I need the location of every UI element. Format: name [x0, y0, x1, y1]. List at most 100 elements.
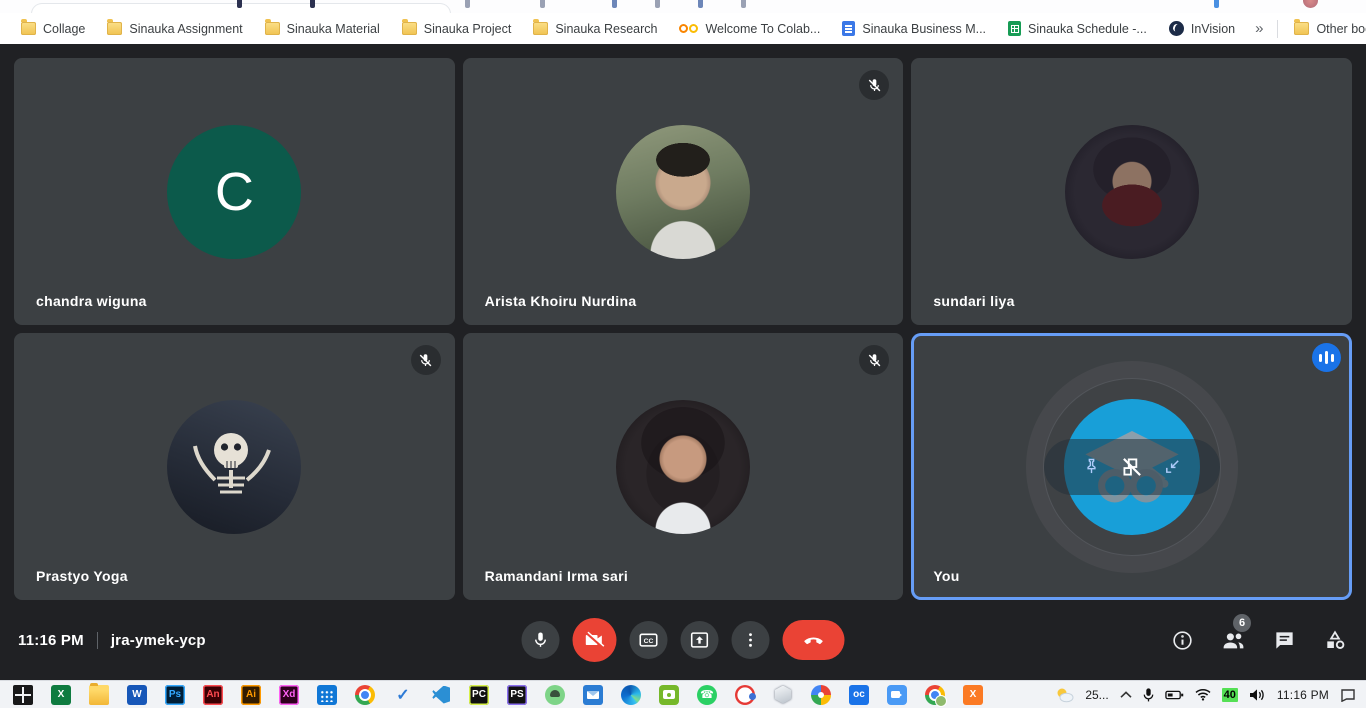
pycharm-icon[interactable]: PC — [469, 685, 489, 705]
pin-icon[interactable] — [1081, 456, 1102, 477]
oc-app-icon[interactable]: oc — [849, 685, 869, 705]
bookmark-label: InVision — [1191, 22, 1235, 36]
bookmark-label: Sinauka Project — [424, 22, 512, 36]
mail-icon[interactable] — [583, 685, 603, 705]
present-button[interactable] — [681, 621, 719, 659]
todo-check-icon[interactable]: ✓ — [393, 685, 413, 705]
participant-name: chandra wiguna — [36, 293, 147, 309]
tray-wifi-icon[interactable] — [1195, 688, 1211, 701]
bookmarks-right: » Other bookmarks — [1246, 20, 1366, 38]
pinwheel-app-icon[interactable] — [811, 685, 831, 705]
more-options-button[interactable] — [732, 621, 770, 659]
file-explorer-icon[interactable] — [89, 685, 109, 705]
unpin-icon[interactable] — [1119, 454, 1145, 480]
minimize-icon[interactable] — [1162, 456, 1183, 477]
illustrator-icon[interactable]: Ai — [241, 685, 261, 705]
participant-tile-chandra[interactable]: C chandra wiguna — [14, 58, 455, 325]
word-icon[interactable]: W — [127, 685, 147, 705]
bookmarks-overflow-chevron[interactable]: » — [1246, 20, 1272, 37]
chrome-profile-icon[interactable] — [925, 685, 945, 705]
bookmark-sinauka-material[interactable]: Sinauka Material — [265, 22, 380, 36]
bookmark-label: Sinauka Material — [287, 22, 380, 36]
calendar-icon[interactable] — [317, 685, 337, 705]
adobe-xd-icon[interactable]: Xd — [279, 685, 299, 705]
tray-chevron-up-icon[interactable] — [1120, 691, 1132, 699]
meeting-side-actions: 6 — [1169, 627, 1348, 653]
participants-grid: C chandra wiguna Arista Khoiru Nurdina — [0, 44, 1366, 600]
excel-icon[interactable]: X — [51, 685, 71, 705]
animate-icon[interactable]: An — [203, 685, 223, 705]
captions-button[interactable]: CC — [630, 621, 668, 659]
bookmark-invision[interactable]: InVision — [1169, 21, 1235, 36]
other-bookmarks-button[interactable]: Other bookmarks — [1294, 22, 1366, 36]
tab-remnant — [612, 0, 617, 8]
bookmark-welcome-to-colab[interactable]: Welcome To Colab... — [679, 22, 820, 36]
bookmark-label: Welcome To Colab... — [705, 22, 820, 36]
whatsapp-icon[interactable] — [697, 685, 717, 705]
mic-button[interactable] — [522, 621, 560, 659]
phpstorm-icon[interactable]: PS — [507, 685, 527, 705]
participant-tile-prastyo[interactable]: Prastyo Yoga — [14, 333, 455, 600]
weather-icon[interactable] — [1055, 687, 1074, 703]
battery-percent-badge[interactable]: 40 — [1222, 688, 1238, 702]
participants-button[interactable]: 6 — [1220, 627, 1246, 653]
bookmark-label: Sinauka Research — [555, 22, 657, 36]
tray-battery-icon[interactable] — [1165, 689, 1184, 701]
camera-off-button[interactable] — [573, 618, 617, 662]
tile-hover-actions — [1044, 439, 1220, 495]
colab-icon — [679, 23, 698, 35]
bookmark-label: Sinauka Assignment — [129, 22, 242, 36]
android-emulator-icon[interactable] — [545, 685, 565, 705]
bookmark-collage[interactable]: Collage — [21, 22, 85, 36]
folder-icon — [1294, 22, 1309, 35]
participant-name: Ramandani Irma sari — [485, 568, 628, 584]
bookmark-sinauka-assignment[interactable]: Sinauka Assignment — [107, 22, 242, 36]
tab-remnant — [1214, 0, 1219, 8]
xampp-icon[interactable]: X — [963, 685, 983, 705]
notification-center-icon[interactable] — [1340, 688, 1356, 702]
tray-clock[interactable]: 11:16 PM — [1277, 688, 1329, 702]
bookmarks-list: Collage Sinauka Assignment Sinauka Materia… — [10, 21, 1246, 36]
vscode-icon[interactable] — [431, 685, 451, 705]
camera-app-icon[interactable] — [659, 685, 679, 705]
participant-avatar — [1065, 125, 1199, 259]
chat-button[interactable] — [1271, 627, 1297, 653]
chrome-icon[interactable] — [355, 685, 375, 705]
end-call-button[interactable] — [783, 620, 845, 660]
divider — [97, 632, 98, 649]
tab-remnant — [741, 0, 746, 8]
participant-tile-you[interactable]: You — [911, 333, 1352, 600]
bookmark-sinauka-business[interactable]: Sinauka Business M... — [842, 21, 986, 36]
sheets-icon — [1008, 21, 1021, 36]
windows-start-icon[interactable] — [13, 685, 33, 705]
screen: Collage Sinauka Assignment Sinauka Materia… — [0, 0, 1366, 708]
tab-remnant — [310, 0, 315, 8]
participant-avatar — [616, 125, 750, 259]
folder-icon — [533, 22, 548, 35]
bookmark-sinauka-project[interactable]: Sinauka Project — [402, 22, 512, 36]
bookmark-sinauka-schedule[interactable]: Sinauka Schedule -... — [1008, 21, 1147, 36]
edge-icon[interactable] — [621, 685, 641, 705]
video-call-app-icon[interactable] — [887, 685, 907, 705]
bookmark-sinauka-research[interactable]: Sinauka Research — [533, 22, 657, 36]
tab-remnant — [698, 0, 703, 8]
participant-tile-ramandani[interactable]: Ramandani Irma sari — [463, 333, 904, 600]
folder-icon — [265, 22, 280, 35]
bookmark-label: Sinauka Business M... — [862, 22, 986, 36]
folder-icon — [107, 22, 122, 35]
meeting-time: 11:16 PM — [18, 632, 84, 649]
mic-off-icon — [411, 345, 441, 375]
meeting-code: jra-ymek-ycp — [111, 632, 206, 649]
hexagon-app-icon[interactable] — [773, 685, 793, 705]
tray-volume-icon[interactable] — [1249, 688, 1266, 702]
tray-mic-icon[interactable] — [1143, 687, 1154, 703]
screen-recorder-icon[interactable] — [735, 685, 755, 705]
meeting-details-button[interactable] — [1169, 627, 1195, 653]
audio-indicator-icon — [1312, 343, 1341, 372]
weather-temp[interactable]: 25... — [1085, 688, 1108, 702]
bookmarks-bar: Collage Sinauka Assignment Sinauka Materia… — [0, 13, 1366, 44]
participant-tile-arista[interactable]: Arista Khoiru Nurdina — [463, 58, 904, 325]
participant-tile-sundari[interactable]: sundari liya — [911, 58, 1352, 325]
activities-button[interactable] — [1322, 627, 1348, 653]
photoshop-icon[interactable]: Ps — [165, 685, 185, 705]
